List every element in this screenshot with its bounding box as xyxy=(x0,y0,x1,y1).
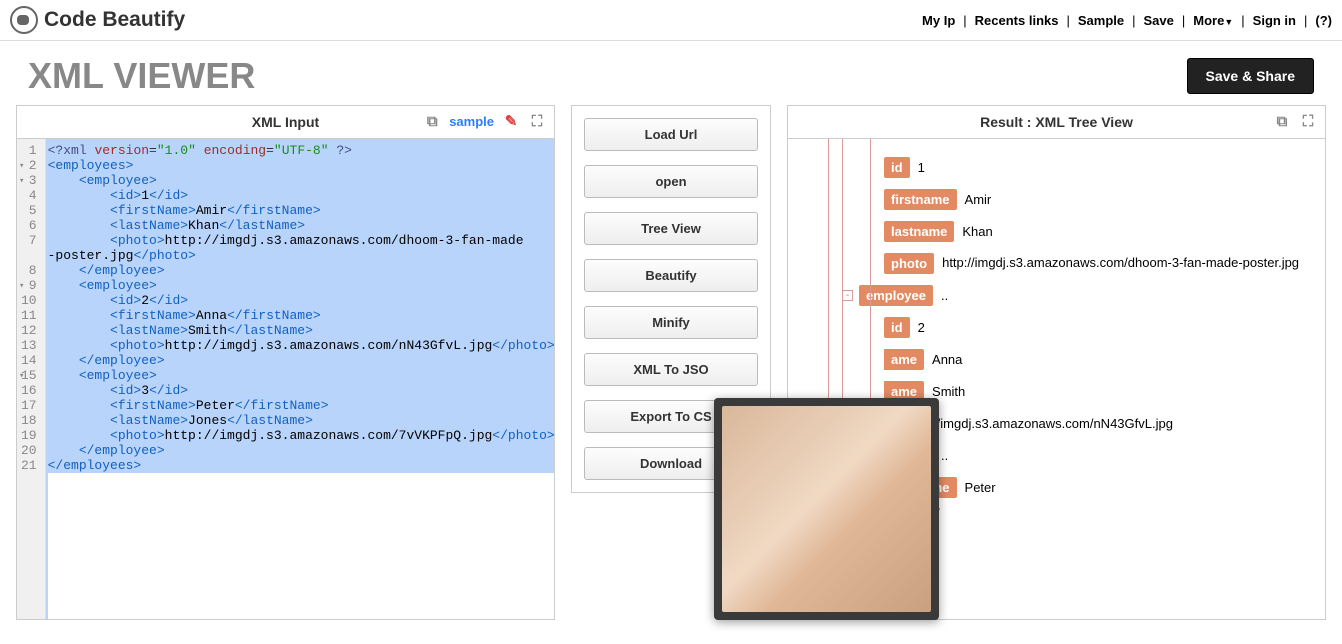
copy-icon[interactable]: ⧉ xyxy=(423,112,441,130)
xml-input-header: XML Input ⧉ sample ✎ ⛶ xyxy=(17,106,554,139)
tree-value: http://imgdj.s3.amazonaws.com/dhoom-3-fa… xyxy=(942,254,1299,272)
tree-value: Anna xyxy=(932,352,962,367)
tree-tag-badge: photo xyxy=(884,253,934,274)
tree-row[interactable]: id 1 xyxy=(794,155,1319,179)
tree-value: .. xyxy=(941,288,948,303)
xml-editor[interactable]: 12▾3▾456789▾101112131415▾161718192021 <?… xyxy=(17,139,554,619)
nav-sample[interactable]: Sample xyxy=(1078,13,1124,28)
top-nav: My Ip| Recents links| Sample| Save| More… xyxy=(922,13,1332,28)
nav-my-ip[interactable]: My Ip xyxy=(922,13,955,28)
tree-value: Smith xyxy=(932,384,965,399)
main: XML Input ⧉ sample ✎ ⛶ 12▾3▾456789▾10111… xyxy=(0,105,1342,620)
tree-value: 2 xyxy=(918,320,925,335)
editor-gutter: 12▾3▾456789▾101112131415▾161718192021 xyxy=(17,139,46,619)
nav-recents[interactable]: Recents links xyxy=(975,13,1059,28)
preview-image xyxy=(722,406,931,612)
nav-signin[interactable]: Sign in xyxy=(1253,13,1296,28)
result-header: Result : XML Tree View ⧉ ⛶ xyxy=(788,106,1325,139)
beautify-button[interactable]: Beautify xyxy=(584,259,758,292)
tree-view-button[interactable]: Tree View xyxy=(584,212,758,245)
tree-tag-badge: id xyxy=(884,157,910,178)
xml-input-panel: XML Input ⧉ sample ✎ ⛶ 12▾3▾456789▾10111… xyxy=(16,105,555,620)
tree-value: 1 xyxy=(918,160,925,175)
result-copy-icon[interactable]: ⧉ xyxy=(1273,112,1291,130)
fullscreen-icon[interactable]: ⛶ xyxy=(528,112,546,130)
result-fullscreen-icon[interactable]: ⛶ xyxy=(1299,112,1317,130)
result-title: Result : XML Tree View xyxy=(980,114,1133,130)
clear-icon[interactable]: ✎ xyxy=(502,112,520,130)
tree-row[interactable]: id 2 xyxy=(794,315,1319,339)
tree-row[interactable]: ame Anna xyxy=(794,347,1319,371)
tree-row[interactable]: firstname Amir xyxy=(794,187,1319,211)
tree-row[interactable]: -employee.. xyxy=(794,283,1319,307)
sample-link[interactable]: sample xyxy=(449,114,494,129)
xml-input-title: XML Input xyxy=(252,114,319,130)
tree-value: Peter xyxy=(965,480,996,495)
page-title: XML VIEWER xyxy=(28,55,255,97)
tree-value: Khan xyxy=(962,224,992,239)
xml-to-json-button[interactable]: XML To JSO xyxy=(584,353,758,386)
tree-value: .. xyxy=(941,448,948,463)
tree-tag-badge: lastname xyxy=(884,221,954,242)
tree-value: http://imgdj.s3.amazonaws.com/nN43GfvL.j… xyxy=(908,416,1173,431)
tree-row[interactable]: lastname Khan xyxy=(794,219,1319,243)
nav-save[interactable]: Save xyxy=(1144,13,1174,28)
title-row: XML VIEWER Save & Share xyxy=(0,41,1342,105)
minify-button[interactable]: Minify xyxy=(584,306,758,339)
tree-expander[interactable]: - xyxy=(842,290,853,301)
tree-tag-badge: employee xyxy=(859,285,933,306)
tree-tag-badge: id xyxy=(884,317,910,338)
image-preview-popup xyxy=(714,398,939,620)
tree-tag-badge: firstname xyxy=(884,189,957,210)
load-url-button[interactable]: Load Url xyxy=(584,118,758,151)
top-header: Code Beautify My Ip| Recents links| Samp… xyxy=(0,0,1342,41)
brand-text: Code Beautify xyxy=(44,8,185,32)
tree-value: Amir xyxy=(965,192,992,207)
open-button[interactable]: open xyxy=(584,165,758,198)
nav-more[interactable]: More▼ xyxy=(1193,13,1233,28)
tree-row[interactable]: photo http://imgdj.s3.amazonaws.com/dhoom… xyxy=(794,251,1319,275)
tree-tag-badge: ame xyxy=(884,349,924,370)
save-share-button[interactable]: Save & Share xyxy=(1187,58,1315,94)
chevron-down-icon: ▼ xyxy=(1224,17,1233,27)
nav-help[interactable]: (?) xyxy=(1315,13,1332,28)
brand[interactable]: Code Beautify xyxy=(10,6,185,34)
editor-code[interactable]: <?xml version="1.0" encoding="UTF-8" ?><… xyxy=(46,139,554,619)
brand-icon xyxy=(10,6,38,34)
